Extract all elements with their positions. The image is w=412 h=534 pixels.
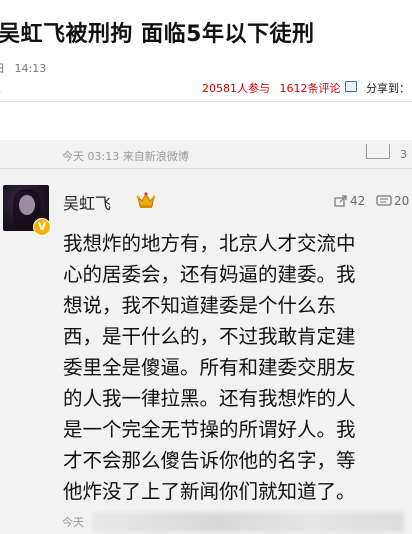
participants-link[interactable]: 20581人参与	[202, 82, 270, 95]
article-stats: 20581人参与 1612条评论	[202, 80, 347, 96]
share-label: 分享到：	[366, 82, 410, 95]
post-separator	[0, 168, 412, 169]
comment-bubble-icon[interactable]	[376, 195, 392, 207]
source-fragment: 报	[0, 80, 1, 96]
post-line: 是一个完全无节操的所谓好人。我	[63, 418, 356, 441]
date-fragment: 日	[0, 62, 5, 75]
verified-badge: V	[33, 218, 51, 236]
post-footer-time: 今天	[62, 516, 84, 529]
prev-post-count: 3	[400, 148, 407, 161]
repost-count: 42	[350, 194, 366, 208]
article-header: 吴虹飞被刑拘 面临5年以下徒刑 日 14:13 报 20581人参与 1612条…	[0, 0, 412, 150]
avatar-face	[19, 195, 35, 215]
article-meta-time: 日 14:13	[0, 60, 46, 76]
edit-icon[interactable]	[366, 144, 390, 159]
post-line: 西，是干什么的，不过我敢肯定建	[63, 325, 356, 348]
crown-icon	[136, 192, 156, 208]
header-divider	[0, 101, 412, 102]
publish-time: 14:13	[14, 62, 47, 75]
comments-link[interactable]: 1612条评论	[280, 82, 341, 95]
blurred-footer	[92, 512, 404, 532]
article-headline: 吴虹飞被刑拘 面临5年以下徒刑	[0, 22, 315, 47]
username[interactable]: 吴虹飞	[63, 190, 111, 214]
post-line: 我想炸的地方有，北京人才交流中	[63, 232, 356, 255]
post-line: 才不会那么傻告诉你他的名字，等	[63, 449, 356, 472]
post-line: 心的居委会，还有妈逼的建委。我	[63, 263, 356, 286]
comment-icon[interactable]	[345, 81, 357, 92]
post-line: 的人我一律拉黑。还有我想炸的人	[63, 387, 356, 410]
weibo-screenshot: 今天 03:13 来自新浪微博 3 V 吴虹飞 42 20 我想炸的地方有，北京…	[0, 140, 412, 534]
post-line: 他炸没了上了新闻你们就知道了。	[63, 480, 356, 503]
repost-icon[interactable]	[334, 195, 348, 207]
post-line: 想说，我不知道建委是个什么东	[63, 294, 337, 317]
comment-count: 20	[394, 194, 410, 208]
post-line: 委里全是傻逼。所有和建委交朋友	[63, 356, 356, 379]
post-body: 我想炸的地方有，北京人才交流中 心的居委会，还有妈逼的建委。我 想说，我不知道建…	[63, 228, 412, 507]
prev-post-footer: 今天 03:13 来自新浪微博	[62, 150, 189, 163]
